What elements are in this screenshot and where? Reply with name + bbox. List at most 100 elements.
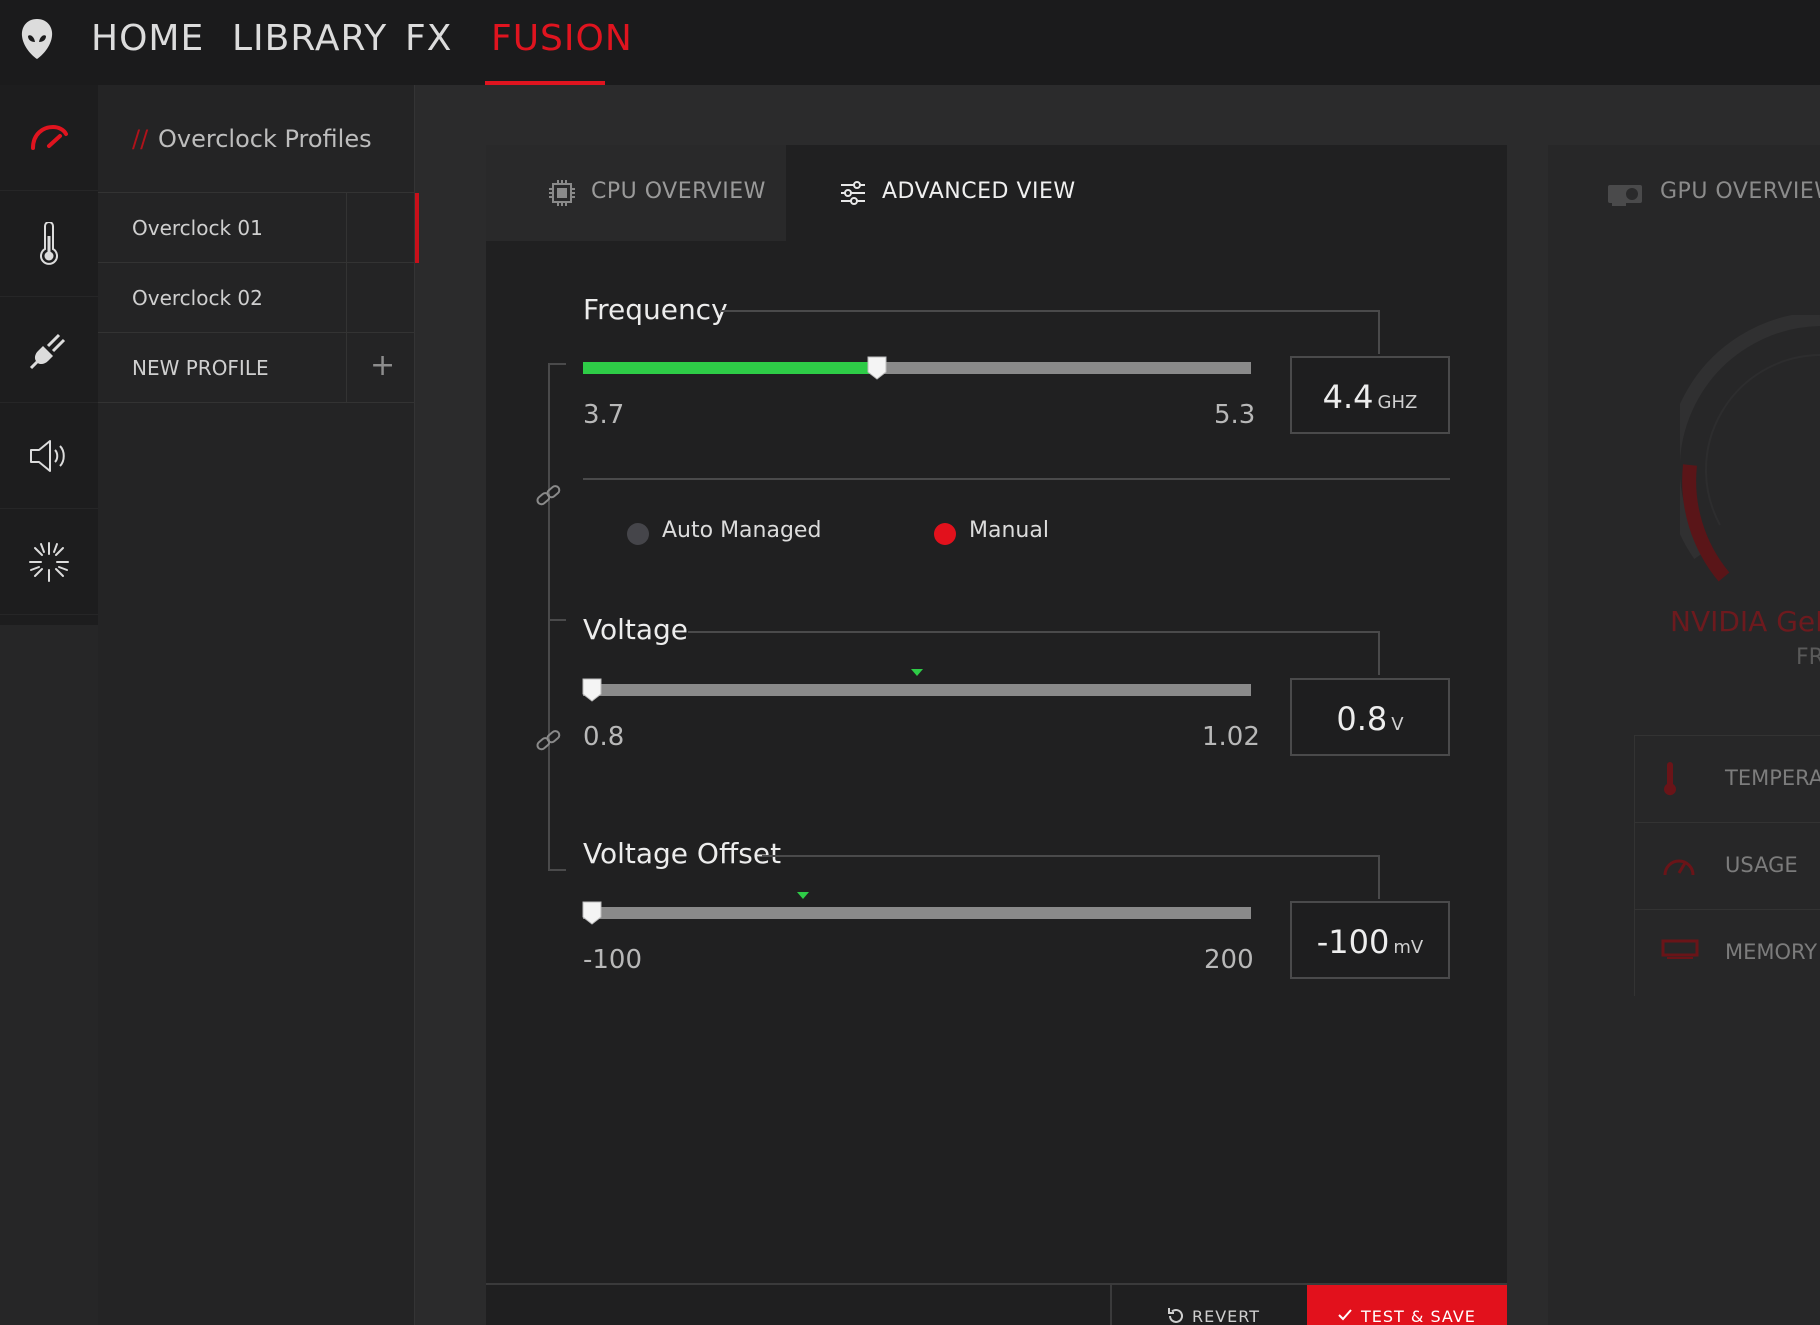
gpu-subtitle: FR (1796, 645, 1820, 670)
voltage-offset-unit: mV (1393, 937, 1424, 958)
rail-background (0, 625, 98, 1325)
frequency-slider-thumb[interactable] (866, 355, 888, 381)
frequency-unit: GHZ (1377, 392, 1418, 413)
revert-icon (1168, 1308, 1183, 1323)
frequency-max-label: 5.3 (1214, 400, 1256, 430)
profile-row-divider (346, 333, 347, 403)
new-profile-label: NEW PROFILE (132, 356, 269, 380)
gpu-row-temperature[interactable]: TEMPERATU (1634, 735, 1820, 822)
new-profile-row[interactable]: NEW PROFILE + (98, 333, 415, 403)
profile-title-prefix: // (132, 125, 149, 153)
frequency-value: 4.4 (1322, 378, 1374, 416)
cpu-chip-icon (549, 180, 575, 206)
revert-label: REVERT (1192, 1307, 1261, 1325)
voltage-value: 0.8 (1336, 700, 1388, 738)
voltage-offset-slider-thumb[interactable] (581, 900, 603, 926)
voltage-max-label: 1.02 (1202, 722, 1260, 752)
gpu-row-memory[interactable]: MEMORY (M (1634, 909, 1820, 996)
nav-fx[interactable]: FX (405, 18, 452, 60)
gpu-card-icon (1608, 185, 1642, 206)
revert-button[interactable]: REVERT (1110, 1285, 1307, 1325)
profile-item-overclock-02[interactable]: Overclock 02 (98, 263, 415, 333)
rail-thermal[interactable] (0, 191, 98, 297)
performance-gauge-icon (31, 124, 68, 150)
frequency-min-label: 3.7 (583, 400, 625, 430)
link-chain-icon[interactable] (535, 727, 563, 755)
voltage-offset-title: Voltage Offset (583, 837, 782, 870)
frequency-value-box[interactable]: 4.4 GHZ (1290, 356, 1450, 434)
active-profile-marker (415, 193, 419, 263)
rail-audio[interactable] (0, 403, 98, 509)
nav-home[interactable]: HOME (91, 18, 204, 60)
frequency-title: Frequency (583, 293, 728, 326)
section-divider (583, 478, 1450, 480)
gpu-row-label: MEMORY (M (1725, 940, 1820, 964)
radio-auto-managed-label[interactable]: Auto Managed (662, 518, 821, 543)
profile-item-label: Overclock 01 (132, 216, 263, 240)
section-rule (1378, 310, 1380, 354)
voltage-default-marker (911, 669, 923, 676)
voltage-min-label: 0.8 (583, 722, 625, 752)
bracket-line (548, 363, 566, 365)
voltage-value-box[interactable]: 0.8 V (1290, 678, 1450, 756)
voltage-slider-track[interactable] (583, 684, 1251, 696)
voltage-offset-min-label: -100 (583, 945, 643, 975)
gpu-row-label: TEMPERATU (1725, 766, 1820, 790)
gpu-gauge (1680, 315, 1820, 582)
profile-panel: // Overclock Profiles Overclock 01 Overc… (98, 85, 419, 1325)
gpu-card: GPU OVERVIEW NVIDIA GeFor FR TEMPERATU U… (1548, 145, 1820, 1325)
gpu-row-usage[interactable]: USAGE (1634, 822, 1820, 909)
test-and-save-label: TEST & SAVE (1361, 1307, 1476, 1325)
voltage-offset-value-box[interactable]: -100 mV (1290, 901, 1450, 979)
tab-gpu-overview[interactable]: GPU OVERVIEW (1548, 145, 1820, 241)
tab-advanced-view[interactable]: ADVANCED VIEW (786, 145, 1507, 241)
nav-library[interactable]: LIBRARY (232, 18, 387, 60)
power-plug-icon (29, 333, 66, 369)
voltage-offset-max-label: 200 (1204, 945, 1254, 975)
add-profile-icon[interactable]: + (370, 348, 395, 383)
test-and-save-button[interactable]: TEST & SAVE (1307, 1285, 1507, 1325)
profile-title: Overclock Profiles (158, 125, 372, 153)
section-rule (1378, 855, 1380, 899)
gpu-name: NVIDIA GeFor (1670, 605, 1820, 638)
section-rule (688, 631, 1380, 633)
usage-gauge-icon (1663, 859, 1695, 876)
checkmark-icon (1338, 1309, 1352, 1321)
bracket-line (548, 869, 566, 871)
profile-item-overclock-01[interactable]: Overclock 01 (98, 193, 415, 263)
profile-row-divider (346, 193, 347, 263)
tab-cpu-overview[interactable]: CPU OVERVIEW (486, 145, 786, 241)
profile-item-label: Overclock 02 (132, 286, 263, 310)
radio-manual-label[interactable]: Manual (969, 518, 1049, 543)
alien-logo-icon[interactable] (20, 17, 54, 61)
radio-auto-managed[interactable] (627, 523, 649, 545)
light-burst-icon (29, 541, 69, 582)
thermometer-icon (40, 221, 58, 265)
cpu-card: CPU OVERVIEW ADVANCED VIEW Frequency 3.7… (486, 145, 1507, 1325)
radio-manual[interactable] (934, 523, 956, 545)
tab-cpu-label: CPU OVERVIEW (591, 179, 766, 204)
tab-advanced-label: ADVANCED VIEW (882, 179, 1076, 204)
tab-gpu-label: GPU OVERVIEW (1660, 179, 1820, 204)
rail-performance[interactable] (0, 85, 98, 191)
voltage-title: Voltage (583, 613, 689, 646)
top-nav-bar: HOME LIBRARY FX FUSION (0, 0, 1820, 85)
sliders-icon (841, 181, 865, 205)
voltage-offset-value: -100 (1316, 923, 1390, 961)
nav-fusion[interactable]: FUSION (491, 18, 633, 60)
action-bar: REVERT TEST & SAVE (486, 1283, 1507, 1325)
rail-lighting[interactable] (0, 509, 98, 615)
voltage-slider-thumb[interactable] (581, 677, 603, 703)
voltage-offset-slider-track[interactable] (583, 907, 1251, 919)
nav-active-underline (485, 81, 605, 85)
rail-power[interactable] (0, 297, 98, 403)
profile-header: // Overclock Profiles (98, 85, 415, 193)
section-rule (1378, 631, 1380, 675)
profile-row-divider (346, 263, 347, 333)
frequency-slider-fill (583, 362, 877, 374)
speaker-icon (30, 439, 65, 472)
voltage-unit: V (1391, 714, 1404, 735)
link-chain-icon[interactable] (535, 482, 563, 510)
memory-module-icon (1661, 939, 1699, 959)
icon-rail (0, 85, 98, 625)
